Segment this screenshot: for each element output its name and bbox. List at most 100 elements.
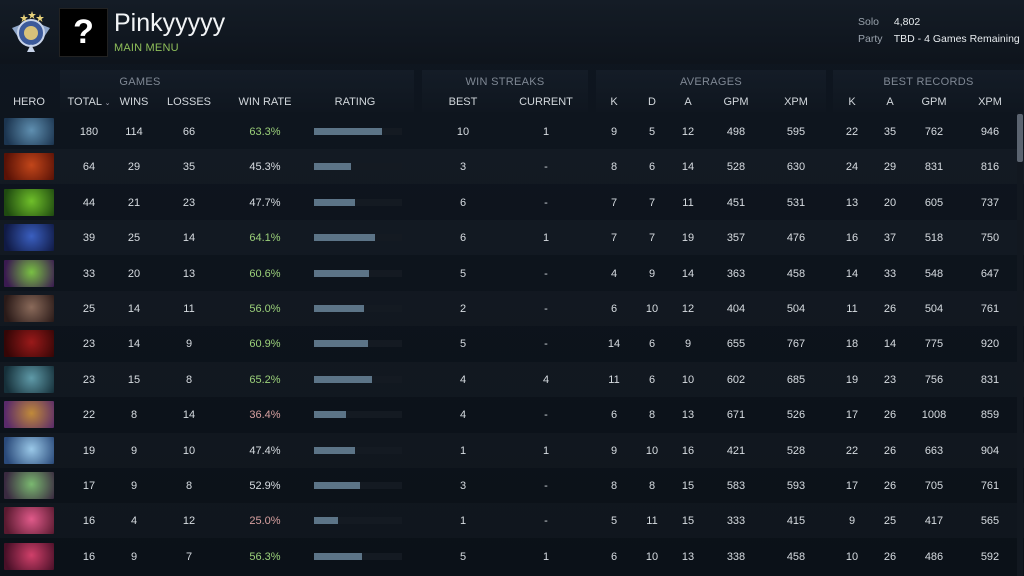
cell-wins: 29 xyxy=(127,161,141,174)
rating-bar-fill xyxy=(314,305,364,312)
cell-current: - xyxy=(544,161,548,174)
cell-best: 1 xyxy=(459,444,467,457)
cell-xpm: 458 xyxy=(786,550,806,563)
cell-best: 2 xyxy=(459,303,467,315)
cell-bk: 14 xyxy=(845,267,859,280)
cell-bk: 16 xyxy=(845,232,859,245)
cell-win-rate: 47.7% xyxy=(249,196,281,209)
table-row[interactable]: 25 14 11 56.0% 2 - 6 10 12 404 504 11 26 504 761 xyxy=(0,291,1024,326)
cell-best: 3 xyxy=(459,480,467,492)
column-header-total[interactable]: TOTAL ⌄ xyxy=(62,96,116,108)
hero-portrait[interactable] xyxy=(4,259,54,287)
cell-k: 8 xyxy=(610,480,618,492)
hero-portrait[interactable] xyxy=(4,401,54,429)
hero-portrait[interactable] xyxy=(4,472,54,499)
column-header-win-rate[interactable]: WIN RATE xyxy=(230,96,300,108)
table-row[interactable]: 22 8 14 36.4% 4 - 6 8 13 671 526 17 26 1008 859 xyxy=(0,397,1024,432)
cell-bk: 18 xyxy=(845,338,859,351)
mmr-solo-value: 4,802 xyxy=(893,16,921,28)
cell-ba: 35 xyxy=(883,126,897,138)
scrollbar-track[interactable] xyxy=(1017,112,1023,576)
rating-bar-fill xyxy=(314,517,338,525)
cell-total: 44 xyxy=(82,196,96,209)
cell-bk: 19 xyxy=(845,373,859,386)
cell-ba: 25 xyxy=(883,515,897,528)
table-row[interactable]: 33 20 13 60.6% 5 - 4 9 14 363 458 14 33 548 647 xyxy=(0,256,1024,291)
column-header-best-gpm[interactable]: GPM xyxy=(914,96,954,108)
cell-d: 9 xyxy=(648,267,656,280)
rating-bar-fill xyxy=(314,482,360,489)
hero-portrait[interactable] xyxy=(4,542,54,570)
scrollbar-thumb[interactable] xyxy=(1017,114,1023,162)
column-header-best-k[interactable]: K xyxy=(840,96,864,108)
cell-bxpm: 920 xyxy=(980,338,1000,351)
hero-portrait[interactable] xyxy=(4,365,54,393)
column-header-best-streak[interactable]: BEST xyxy=(440,96,486,108)
cell-total: 39 xyxy=(82,232,96,245)
table-row[interactable]: 17 9 8 52.9% 3 - 8 8 15 583 593 17 26 705 761 xyxy=(0,468,1024,503)
column-header-best-xpm[interactable]: XPM xyxy=(970,96,1010,108)
cell-bk: 11 xyxy=(846,303,858,315)
table-row[interactable]: 44 21 23 47.7% 6 - 7 7 11 451 531 13 20 605 737 xyxy=(0,185,1024,220)
column-header-avg-xpm[interactable]: XPM xyxy=(776,96,816,108)
cell-current: - xyxy=(544,480,548,492)
column-header-avg-k[interactable]: K xyxy=(604,96,624,108)
column-header-avg-d[interactable]: D xyxy=(642,96,662,108)
hero-portrait[interactable] xyxy=(4,436,54,464)
rating-bar xyxy=(314,375,402,383)
cell-gpm: 498 xyxy=(726,126,746,138)
table-row[interactable]: 19 9 10 47.4% 1 1 9 10 16 421 528 22 26 663 904 xyxy=(0,433,1024,468)
hero-portrait[interactable] xyxy=(4,118,54,145)
cell-best: 1 xyxy=(459,515,467,528)
rating-bar xyxy=(314,305,402,312)
column-header-hero[interactable]: HERO xyxy=(0,96,58,108)
cell-ba: 26 xyxy=(883,550,897,563)
table-row[interactable]: 16 4 12 25.0% 1 - 5 11 15 333 415 9 25 417 565 xyxy=(0,503,1024,538)
table-row[interactable]: 23 15 8 65.2% 4 4 11 6 10 602 685 19 23 756 831 xyxy=(0,362,1024,397)
cell-total: 33 xyxy=(82,267,96,280)
table-row[interactable]: 16 9 7 56.3% 5 1 6 10 13 338 458 10 26 486 592 xyxy=(0,539,1024,574)
cell-bgpm: 605 xyxy=(924,196,944,209)
column-header-avg-a[interactable]: A xyxy=(676,96,700,108)
table-row[interactable]: 39 25 14 64.1% 6 1 7 7 19 357 476 16 37 518 750 xyxy=(0,220,1024,255)
cell-current: 1 xyxy=(542,126,550,138)
rating-bar xyxy=(314,411,402,419)
table-row[interactable]: 180 114 66 63.3% 10 1 9 5 12 498 595 22 35 762 946 xyxy=(0,114,1024,149)
column-header-wins[interactable]: WINS xyxy=(114,96,154,108)
cell-xpm: 767 xyxy=(786,338,806,351)
cell-current: 1 xyxy=(542,232,550,245)
cell-wins: 25 xyxy=(127,232,141,245)
cell-d: 8 xyxy=(648,409,656,422)
cell-k: 6 xyxy=(610,303,618,315)
column-header-avg-gpm[interactable]: GPM xyxy=(716,96,756,108)
hero-portrait[interactable] xyxy=(4,295,54,322)
cell-win-rate: 56.3% xyxy=(249,550,281,563)
hero-portrait[interactable] xyxy=(4,330,54,358)
cell-bgpm: 831 xyxy=(924,161,944,174)
hero-portrait[interactable] xyxy=(4,188,54,216)
hero-portrait[interactable] xyxy=(4,507,54,535)
column-header-losses[interactable]: LOSSES xyxy=(162,96,216,108)
cell-bgpm: 1008 xyxy=(921,409,947,422)
avatar[interactable]: ? xyxy=(59,8,108,57)
cell-bgpm: 486 xyxy=(924,550,944,563)
cell-d: 6 xyxy=(648,161,656,174)
cell-a: 14 xyxy=(681,161,695,174)
hero-portrait[interactable] xyxy=(4,224,54,252)
cell-d: 10 xyxy=(645,303,659,315)
column-header-rating[interactable]: RATING xyxy=(318,96,392,108)
cell-total: 64 xyxy=(82,161,96,174)
hero-portrait[interactable] xyxy=(4,153,54,181)
table-row[interactable]: 23 14 9 60.9% 5 - 14 6 9 655 767 18 14 775 920 xyxy=(0,326,1024,361)
cell-ba: 20 xyxy=(883,196,897,209)
rating-bar-fill xyxy=(314,163,351,171)
table-row[interactable]: 64 29 35 45.3% 3 - 8 6 14 528 630 24 29 831 816 xyxy=(0,149,1024,184)
cell-losses: 10 xyxy=(182,444,196,457)
cell-xpm: 531 xyxy=(786,196,806,209)
main-menu-link[interactable]: MAIN MENU xyxy=(114,42,179,54)
cell-ba: 37 xyxy=(883,232,897,245)
column-header-current-streak[interactable]: CURRENT xyxy=(512,96,580,108)
cell-d: 7 xyxy=(648,196,656,209)
cell-current: - xyxy=(544,303,548,315)
column-header-best-a[interactable]: A xyxy=(878,96,902,108)
